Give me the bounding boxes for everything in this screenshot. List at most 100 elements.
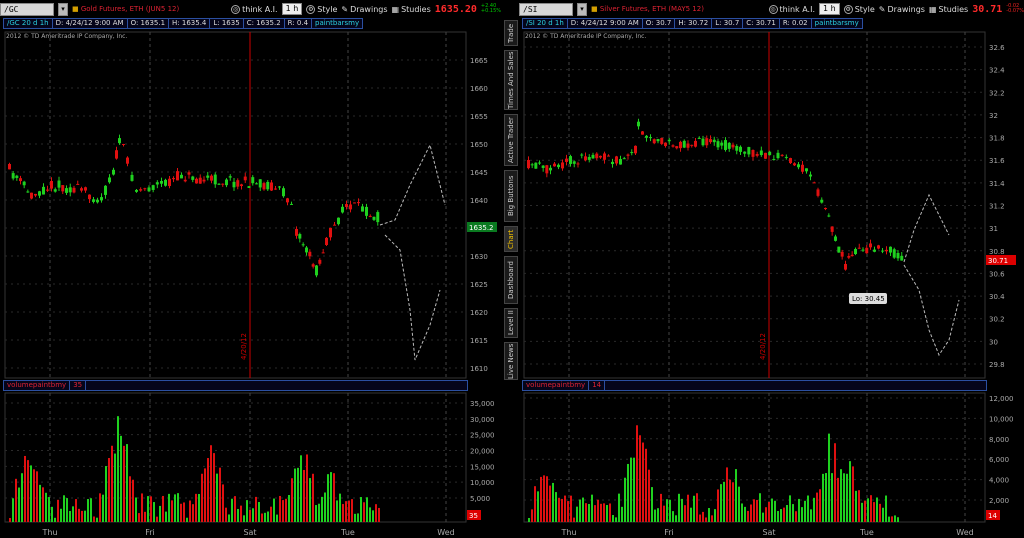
volume-bar: [378, 507, 380, 522]
price-tick-label: 1630: [470, 253, 488, 261]
volume-bar: [159, 505, 161, 522]
tab-times-and-sales[interactable]: Times And Sales: [504, 50, 518, 110]
candle-body: [160, 180, 163, 184]
price-tick-label: 1625: [470, 281, 488, 289]
volume-bar: [12, 498, 14, 522]
x-tick-label: Fri: [664, 528, 674, 537]
volume-bar: [300, 455, 302, 522]
volume-bar: [168, 493, 170, 522]
volume-bar: [78, 508, 80, 522]
candle-body: [126, 157, 129, 164]
candle-body: [561, 162, 564, 169]
price-tick-label: 32.4: [989, 67, 1005, 75]
candle-body: [301, 244, 305, 246]
candle-body: [42, 186, 45, 195]
candle-body: [365, 206, 368, 216]
volume-bar: [600, 503, 602, 522]
candle-body: [19, 178, 22, 182]
volume-bar: [282, 500, 284, 522]
candle-body: [15, 175, 19, 179]
volume-bar: [675, 515, 677, 522]
volume-bar: [252, 508, 254, 522]
volume-bar: [351, 499, 353, 522]
volume-bar: [39, 484, 41, 522]
candle-body: [847, 255, 851, 258]
candle-body: [180, 174, 183, 179]
candle-body: [743, 151, 747, 154]
volume-bar: [81, 510, 83, 522]
volume-bar: [750, 504, 752, 522]
candle-body: [372, 216, 376, 220]
candle-body: [357, 202, 360, 204]
volume-bar: [42, 487, 44, 522]
tab-live-news[interactable]: Live News: [504, 342, 518, 380]
right-chart-canvas[interactable]: Thu Fri Sat Tue Wed 32.6 32.4 32.2 32 31.8 31.6 31.…: [519, 0, 1024, 538]
volume-bar: [621, 506, 623, 522]
volume-bar: [780, 509, 782, 522]
tab-level-ii[interactable]: Level II: [504, 308, 518, 338]
tab-chart[interactable]: Chart: [504, 226, 518, 252]
volume-bar: [294, 468, 296, 522]
candle-body: [557, 164, 560, 168]
volume-bar: [627, 463, 629, 522]
candle-body: [195, 178, 198, 184]
volume-study-name: volumepaintbmy: [523, 381, 590, 390]
volume-bar: [888, 516, 890, 522]
volume-bar: [762, 512, 764, 522]
price-tick-label: 1640: [470, 197, 488, 205]
candle-body: [295, 228, 298, 236]
candle-body: [22, 181, 26, 186]
volume-bar: [102, 494, 104, 522]
volume-bar: [243, 515, 245, 522]
volume-bar: [741, 503, 743, 522]
candle-body: [361, 206, 364, 212]
candle-body: [210, 175, 213, 181]
volume-bar: [555, 492, 557, 522]
candle-body: [569, 156, 572, 164]
volume-bar: [783, 507, 785, 522]
candle-body: [694, 140, 697, 147]
volume-bar: [549, 485, 551, 522]
candle-body: [712, 139, 716, 143]
candle-body: [626, 154, 630, 156]
candle-body: [76, 183, 80, 185]
price-tick-label: 30.2: [989, 316, 1005, 324]
candle-body: [595, 153, 599, 159]
volume-bar: [570, 495, 572, 522]
price-tick-label: 1645: [470, 169, 488, 177]
volume-bar: [195, 493, 197, 522]
tab-dashboard[interactable]: Dashboard: [504, 256, 518, 304]
x-tick-label: Thu: [41, 528, 57, 537]
candle-body: [308, 251, 312, 257]
projection-line: [379, 143, 446, 226]
tab-active-trader[interactable]: Active Trader: [504, 114, 518, 166]
candle-body: [675, 146, 679, 149]
volume-bar: [843, 473, 845, 522]
volume-bar: [825, 473, 827, 522]
volume-bar: [216, 473, 218, 522]
candle-body: [622, 158, 626, 160]
candle-body: [701, 138, 705, 146]
candle-body: [8, 164, 11, 170]
volume-bar: [723, 481, 725, 522]
price-tick-label: 29.8: [989, 361, 1005, 369]
price-tick-label: 31.6: [989, 157, 1005, 165]
left-chart-canvas[interactable]: Thu Fri Sat Tue Wed 1665 1660 1655 1650 1645 1640 1…: [0, 0, 501, 538]
volume-bar: [36, 471, 38, 522]
candle-body: [92, 199, 95, 202]
volume-bar: [801, 507, 803, 522]
volume-bar: [363, 502, 365, 522]
volume-bar: [114, 453, 116, 522]
volume-tick-label: 20,000: [470, 448, 495, 456]
volume-bar: [696, 493, 698, 522]
right-chart-panel: /SI ▾ ■ Silver Futures, ETH (MAY5 12) ◎ t…: [519, 0, 1024, 538]
date-marker-label: 4/20/12: [240, 333, 248, 360]
tab-trade[interactable]: Trade: [504, 20, 518, 46]
volume-bar: [573, 517, 575, 522]
tab-big-buttons[interactable]: Big Buttons: [504, 170, 518, 222]
volume-bar: [816, 492, 818, 522]
volume-bar: [225, 507, 227, 522]
volume-bar: [213, 453, 215, 522]
candle-body: [660, 138, 664, 144]
volume-bar: [699, 514, 701, 522]
